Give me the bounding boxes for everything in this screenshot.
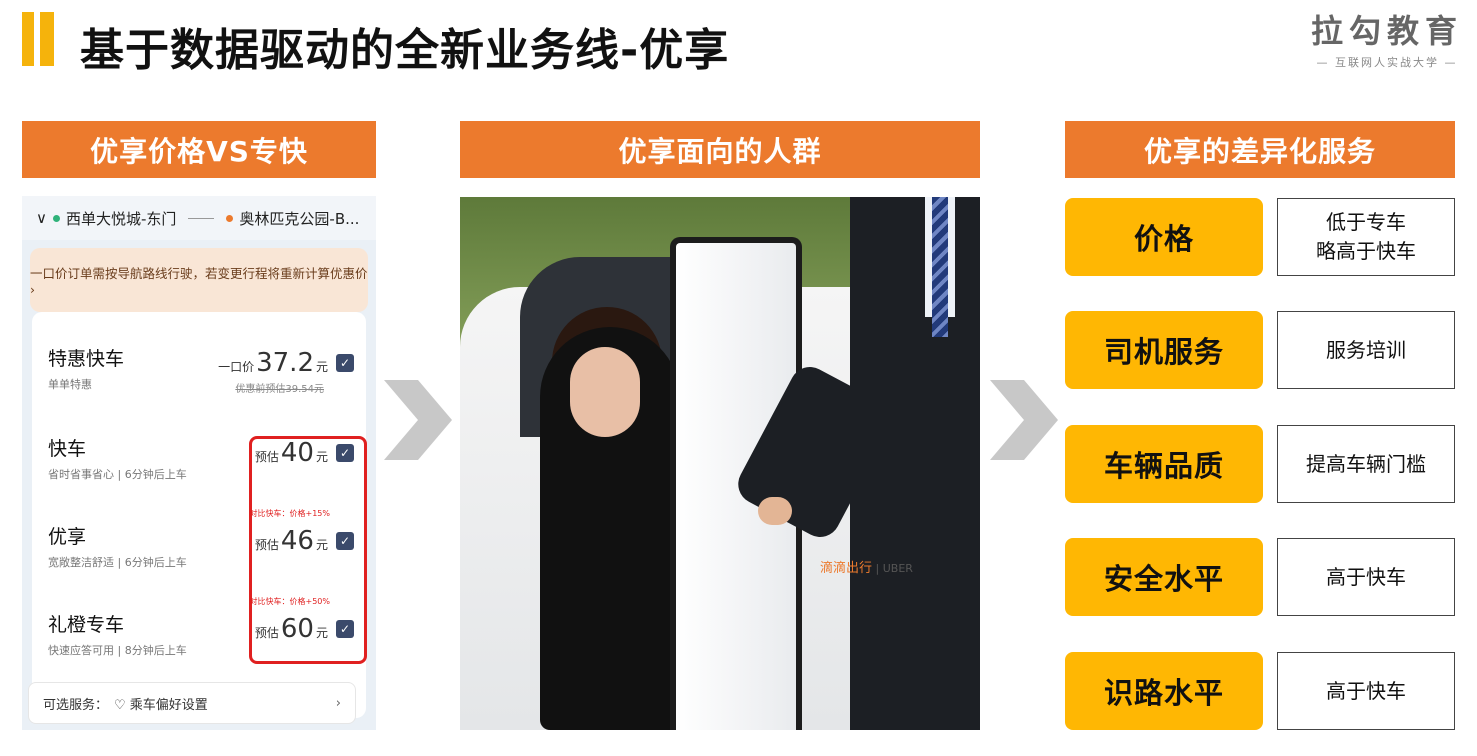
ride-option-subtitle: 快速应答可用 | 8分钟后上车: [48, 644, 187, 657]
ride-option-name: 特惠快车: [48, 348, 125, 370]
logo: 拉勾教育 — 互联网人实战大学 —: [1311, 6, 1463, 70]
service-value-safety: 高于快车: [1277, 538, 1455, 616]
ride-option-subtitle: 宽敞整洁舒适 | 6分钟后上车: [48, 556, 187, 569]
ride-option-name: 优享: [48, 526, 87, 548]
chauffeur-tie: [932, 197, 948, 337]
ride-option-subtitle: 省时省事省心 | 6分钟后上车: [48, 468, 187, 481]
section-header-services: 优享的差异化服务: [1065, 121, 1455, 178]
section-header-audience: 优享面向的人群: [460, 121, 980, 178]
ride-option-tehui[interactable]: 特惠快车 单单特惠 一口价37.2 元 优惠前预估39.54元 ✓: [32, 326, 366, 412]
title-accent-bar-2: [40, 12, 54, 66]
origin-dot-icon: [52, 214, 60, 222]
service-value-price: 低于专车 略高于快车: [1277, 198, 1455, 276]
logo-name: 拉勾教育: [1310, 12, 1463, 50]
highlight-box: [249, 436, 367, 664]
route-divider: [188, 217, 215, 219]
route-destination: 奥林匹克公园-B...: [239, 209, 360, 228]
service-label-safety: 安全水平: [1065, 538, 1263, 616]
checkbox-icon[interactable]: ✓: [336, 354, 354, 372]
route-origin: 西单大悦城-东门: [65, 209, 177, 228]
chevron-right-arrow-icon: [384, 380, 452, 460]
page-title: 基于数据驱动的全新业务线-优享: [80, 25, 730, 76]
ride-option-name: 礼橙专车: [48, 614, 125, 636]
chevron-down-icon[interactable]: ∨: [36, 209, 47, 227]
ride-preference-link[interactable]: ♡ 乘车偏好设置: [114, 694, 208, 713]
optional-services[interactable]: 可选服务： ♡ 乘车偏好设置 ›: [28, 682, 356, 724]
service-value-navigation: 高于快车: [1277, 652, 1455, 730]
ride-option-subtitle: 单单特惠: [48, 378, 92, 391]
service-value-vehicle: 提高车辆门槛: [1277, 425, 1455, 503]
service-label-navigation: 识路水平: [1065, 652, 1263, 730]
chevron-right-arrow-icon-2: [990, 380, 1058, 460]
ride-option-price: 一口价37.2 元: [218, 348, 328, 378]
ride-option-name: 快车: [48, 438, 87, 460]
chauffeur-figure: [850, 197, 980, 730]
passenger-photo: 滴滴出行 | UBER: [460, 197, 980, 730]
service-label-price: 价格: [1065, 198, 1263, 276]
optional-services-label: 可选服务：: [43, 697, 109, 713]
service-label-vehicle: 车辆品质: [1065, 425, 1263, 503]
logo-tagline: — 互联网人实战大学 —: [1316, 56, 1458, 69]
service-label-driver: 司机服务: [1065, 311, 1263, 389]
title-accent-bar: [22, 12, 34, 66]
chauffeur-hand: [758, 497, 792, 525]
section-header-price: 优享价格VS专快: [22, 121, 376, 178]
woman-face: [570, 347, 640, 437]
destination-dot-icon: [226, 214, 234, 222]
route-bar[interactable]: ∨ 西单大悦城-东门 奥林匹克公园-B...: [22, 196, 376, 240]
original-price: 优惠前预估39.54元: [235, 384, 324, 395]
chevron-right-icon[interactable]: ›: [336, 696, 341, 711]
car-brand-decal: 滴滴出行 | UBER: [820, 561, 913, 576]
price-notice[interactable]: 一口价订单需按导航路线行驶，若变更行程将重新计算优惠价 ›: [30, 248, 368, 312]
service-value-driver: 服务培训: [1277, 311, 1455, 389]
